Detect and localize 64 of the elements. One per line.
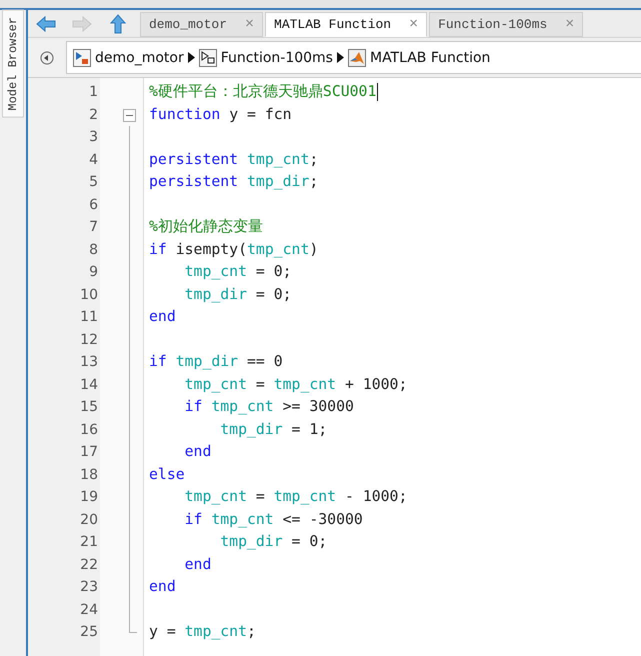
breadcrumb-item[interactable]: MATLAB Function [346,48,492,66]
back-circle-icon [40,50,54,64]
line-number: 13 [79,353,99,372]
up-arrow-icon [109,14,127,34]
line-number: 22 [79,556,99,574]
code-line: end [184,554,212,574]
subsystem-icon [198,48,217,66]
line-number: 11 [79,308,99,327]
code-line: %硬件平台：北京德天驰鼎SCU001 [149,82,376,102]
separator-triangle-icon [336,52,344,63]
code-line: %初始化静态变量 [149,217,263,237]
code-line: y = tmp_cnt; [149,622,256,642]
line-number: 12 [79,330,99,350]
line-number: 20 [79,510,99,530]
line-number: 6 [88,196,99,214]
code-line: function y = fcn [149,104,292,124]
line-number: 5 [88,173,99,192]
code-line: tmp_dir = 0; [219,532,328,552]
breadcrumb-item[interactable]: Function-100ms [196,48,335,66]
code-line: else [149,464,185,484]
line-number: 10 [79,286,99,304]
editor-tab[interactable]: MATLAB Function × [265,12,428,37]
code-line: if isempty(tmp_cnt) [149,240,318,260]
line-number: 14 [79,376,99,394]
editor-tab[interactable]: Function-100ms × [429,12,584,37]
line-number: 2 [88,106,99,124]
line-number: 8 [88,240,99,260]
back-arrow-icon [36,15,56,33]
line-number: 17 [79,443,99,462]
breadcrumb-item[interactable]: demo_motor [71,48,186,66]
line-number: 3 [88,128,99,147]
code-line: persistent tmp_cnt; [149,150,318,170]
line-number: 25 [79,623,99,642]
line-number: 19 [79,488,99,507]
code-line: persistent tmp_dir; [149,172,318,192]
model-browser-tab[interactable]: Model Browser [2,10,24,118]
code-line: tmp_cnt = 0; [184,262,292,282]
code-line: if tmp_dir == 0 [149,352,283,372]
line-number: 21 [79,533,99,552]
peak-logo-icon [348,48,366,66]
line-number: 23 [79,578,99,597]
line-number: 4 [88,150,99,170]
editor-tab[interactable]: demo_motor × [140,12,264,37]
code-line: tmp_dir = 0; [184,284,292,304]
line-number: 18 [79,466,99,484]
forward-arrow-icon [72,15,92,33]
line-number: 15 [79,398,99,417]
line-number: 16 [79,420,99,440]
line-number: 24 [79,600,99,620]
code-line: tmp_cnt = tmp_cnt + 1000; [184,374,408,394]
code-line: tmp_cnt = tmp_cnt - 1000; [184,487,408,507]
code-line: end [184,442,212,462]
code-line: if tmp_cnt <= -30000 [184,510,363,530]
code-line: tmp_dir = 1; [219,420,328,440]
line-number: 9 [88,263,99,282]
separator-triangle-icon [188,52,195,63]
line-number: 1 [88,83,99,102]
code-line: end [149,307,176,327]
fold-toggle-icon[interactable] [123,108,136,122]
code-line: end [149,577,176,597]
close-icon[interactable]: × [409,17,418,32]
line-number: 7 [88,218,99,237]
code-line: if tmp_cnt >= 30000 [184,397,354,417]
model-icon [73,48,91,66]
